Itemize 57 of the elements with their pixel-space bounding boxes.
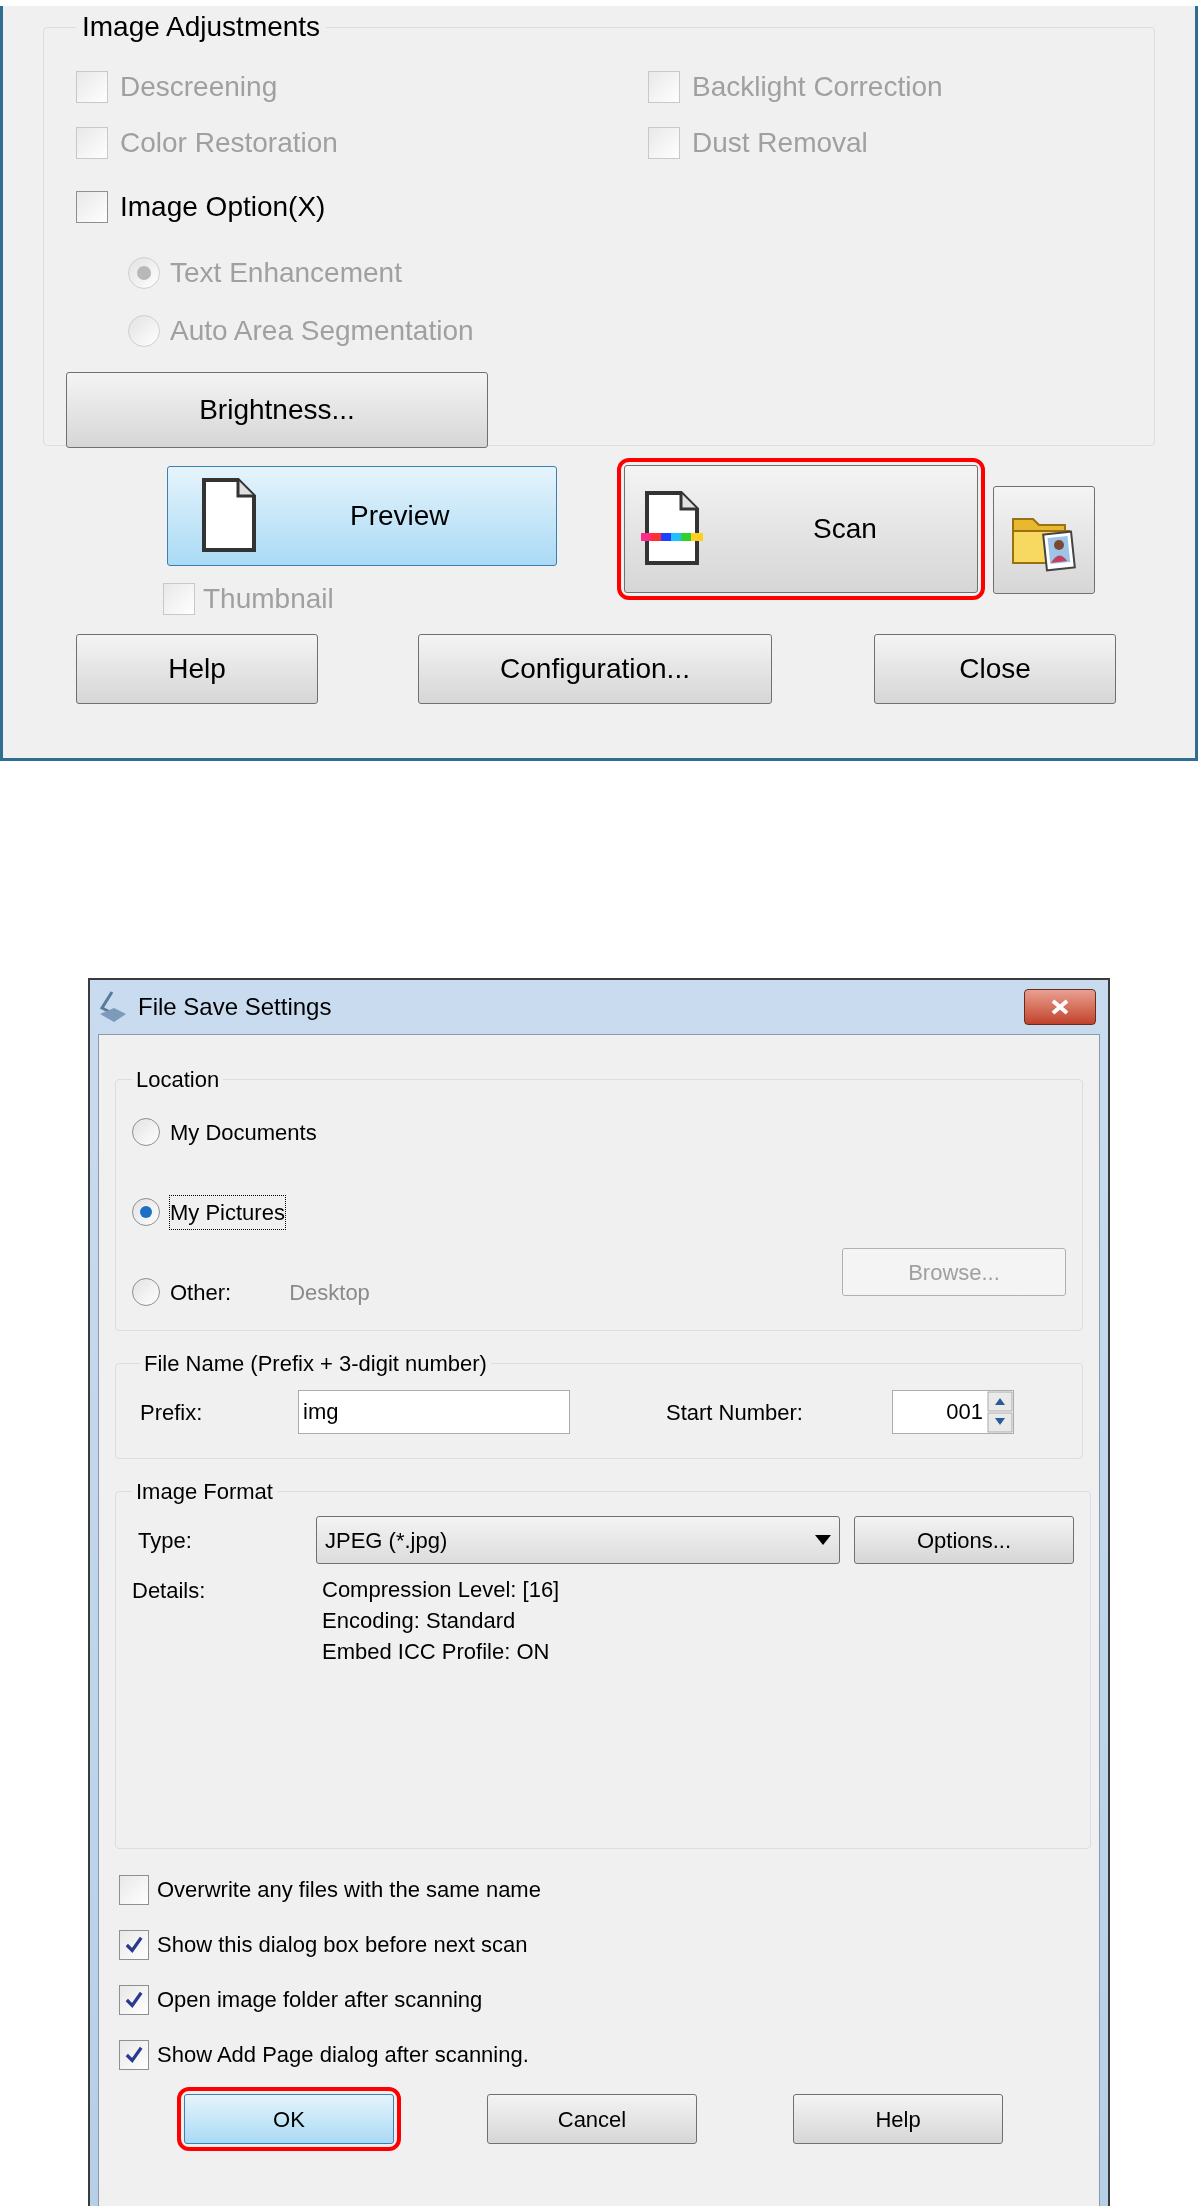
checkbox[interactable]	[76, 191, 108, 223]
type-dropdown[interactable]: JPEG (*.jpg)	[316, 1516, 840, 1564]
checkbox-label: Image Option(X)	[120, 190, 326, 224]
scan-button[interactable]: Scan	[624, 465, 978, 593]
checkbox-label: Dust Removal	[692, 126, 868, 160]
path-text: Desktop	[289, 1278, 370, 1307]
field-label: Start Number:	[666, 1398, 804, 1427]
preview-button[interactable]: Preview	[167, 466, 557, 566]
checkmark-icon	[125, 1990, 143, 2009]
dialog-button[interactable]: Help	[76, 634, 318, 704]
dialog-button[interactable]: Cancel	[487, 2094, 697, 2144]
radio-button[interactable]	[132, 1198, 160, 1226]
radio-button[interactable]	[132, 1118, 160, 1146]
checkbox-label: Descreening	[120, 70, 278, 104]
checkbox[interactable]	[119, 2039, 149, 2070]
radio-label: Other:	[170, 1278, 232, 1307]
dialog-button[interactable]: OK	[184, 2094, 394, 2144]
checkbox-label: Thumbnail	[203, 582, 334, 616]
radio-label: My Pictures	[170, 1195, 285, 1229]
checkmark-icon	[125, 1935, 143, 1954]
dialog-button[interactable]: Help	[793, 2094, 1003, 2144]
checkbox-label: Show this dialog box before next scan	[157, 1931, 528, 1959]
radio-label: My Documents	[170, 1118, 317, 1147]
details-text: Embed ICC Profile: ON	[322, 1638, 551, 1666]
close-button[interactable]	[1024, 989, 1096, 1025]
radio-label: Auto Area Segmentation	[170, 314, 474, 348]
dialog-button[interactable]: Close	[874, 634, 1116, 704]
group-title: File Name (Prefix + 3-digit number)	[143, 1350, 488, 1378]
details-text: Encoding: Standard	[322, 1607, 517, 1635]
group-title: Image Format	[135, 1478, 274, 1506]
checkbox[interactable]	[119, 1929, 149, 1960]
checkbox-label: Open image folder after scanning	[157, 1986, 483, 2014]
field-label: Type:	[138, 1526, 193, 1555]
spinner-arrows-icon	[987, 1391, 1013, 1433]
checkmark-icon	[125, 2045, 143, 2064]
checkbox-label: Show Add Page dialog after scanning.	[157, 2041, 529, 2069]
group-title: Location	[135, 1066, 221, 1094]
number-spinner[interactable]: 001	[892, 1390, 1014, 1434]
checkbox[interactable]	[119, 1984, 149, 2015]
prefix-field[interactable]: img	[298, 1390, 570, 1434]
checkbox[interactable]	[119, 1874, 149, 1905]
scanner-icon	[98, 990, 128, 1024]
dialog-button[interactable]: Configuration...	[418, 634, 772, 704]
details-text: Compression Level: [16]	[322, 1576, 560, 1604]
radio-label: Text Enhancement	[170, 256, 402, 290]
caret-icon	[815, 1535, 831, 1545]
open-folder-button[interactable]	[993, 486, 1095, 594]
field-label: Details:	[132, 1577, 207, 1605]
checkbox-label: Overwrite any files with the same name	[157, 1876, 541, 1904]
checkbox-label: Backlight Correction	[692, 70, 943, 104]
field-label: Prefix:	[140, 1398, 204, 1427]
checkbox-label: Color Restoration	[120, 126, 338, 160]
group-title: Image Adjustments	[81, 10, 322, 44]
brightness-button[interactable]: Brightness...	[66, 372, 488, 448]
options-button[interactable]: Options...	[854, 1516, 1074, 1564]
window-title: File Save Settings	[138, 992, 332, 1022]
radio-button[interactable]	[132, 1278, 160, 1306]
